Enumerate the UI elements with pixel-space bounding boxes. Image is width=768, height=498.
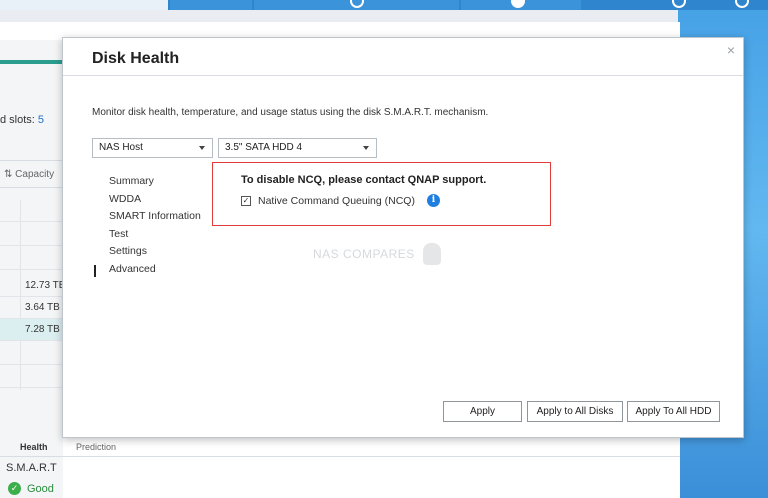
dialog-description: Monitor disk health, temperature, and us… [92,107,489,118]
desktop-taskbar [0,0,768,10]
taskbar-tab-active[interactable] [0,0,168,10]
nav-item-settings[interactable]: Settings [94,245,201,263]
check-circle-icon: ✓ [8,482,21,495]
ncq-setting: ✓ Native Command Queuing (NCQ) i [241,194,440,207]
table-row[interactable] [0,366,63,388]
apply-to-all-disks-button[interactable]: Apply to All Disks [527,401,623,422]
host-select[interactable]: NAS Host [92,138,213,158]
table-row[interactable] [0,248,63,270]
slots-label: d slots: [0,114,35,126]
health-status-value: Good [27,482,54,495]
health-column-header[interactable]: Health [20,442,48,452]
taskbar-app-icon[interactable] [735,0,749,8]
capacity-column-header[interactable]: ⇅ Capacity [0,160,63,188]
info-icon[interactable]: i [426,194,440,207]
taskbar-app-icon[interactable] [672,0,686,8]
table-row[interactable] [0,200,63,222]
disk-slots-text: d slots: 5 [0,114,44,126]
ncq-heading: To disable NCQ, please contact QNAP supp… [241,174,487,186]
disk-select[interactable]: 3.5" SATA HDD 4 [218,138,377,158]
nav-item-test[interactable]: Test [94,228,201,246]
health-table-header: Health Prediction [0,438,680,458]
chevron-down-icon [363,146,369,150]
smart-label: S.M.A.R.T [6,462,57,474]
title-divider [63,75,743,76]
host-select-value: NAS Host [99,142,143,153]
nav-item-wdda[interactable]: WDDA [94,193,201,211]
watermark-text: NAS COMPARES [313,247,415,261]
disk-select-value: 3.5" SATA HDD 4 [225,142,303,153]
health-status: ✓ Good [8,482,54,495]
ncq-checkbox[interactable]: ✓ [241,195,251,206]
divider [0,456,680,457]
table-row[interactable]: 12.73 TB [0,275,65,297]
disk-health-nav: Summary WDDA SMART Information Test Sett… [94,175,201,281]
table-row[interactable] [0,224,63,246]
table-row[interactable]: 3.64 TB [0,297,63,319]
nav-item-smart-information[interactable]: SMART Information [94,210,201,228]
taskbar-tab[interactable] [170,0,252,10]
watermark-figure-icon [422,243,441,265]
chevron-down-icon [199,146,205,150]
slots-value: 5 [37,114,45,126]
close-icon[interactable]: × [727,42,735,58]
prediction-column-header[interactable]: Prediction [76,442,116,452]
watermark: NAS COMPARES [313,243,441,265]
apply-button[interactable]: Apply [443,401,522,422]
table-row[interactable] [0,343,63,365]
background-accent-line [0,60,63,64]
dialog-title: Disk Health [92,50,180,67]
ncq-checkbox-label[interactable]: Native Command Queuing (NCQ) [258,195,415,207]
apply-to-all-hdd-button[interactable]: Apply To All HDD [627,401,720,422]
nav-item-advanced[interactable]: Advanced [94,263,201,281]
disk-health-dialog: Disk Health × Monitor disk health, tempe… [62,37,744,438]
table-row-selected[interactable]: 7.28 TB [0,319,63,341]
nav-item-summary[interactable]: Summary [94,175,201,193]
